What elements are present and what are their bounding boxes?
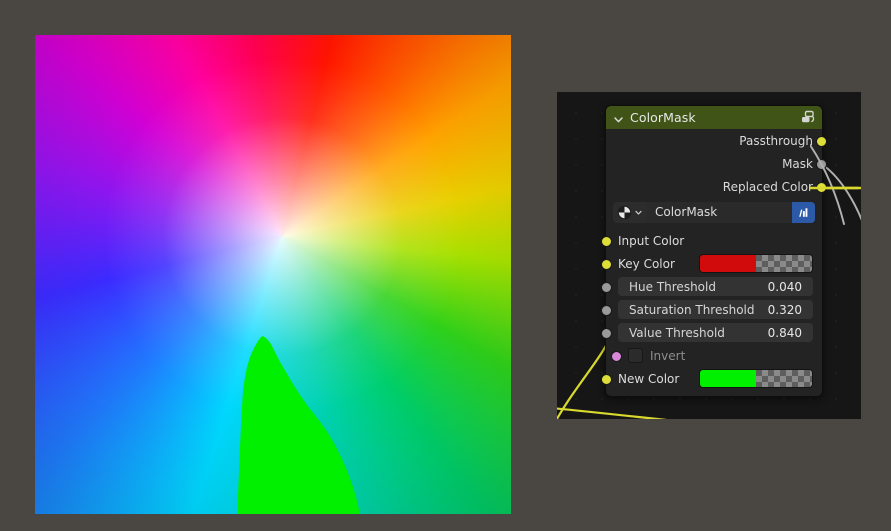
chevron-down-icon bbox=[635, 210, 642, 215]
new-color-alpha bbox=[756, 370, 812, 387]
input-saturation-threshold[interactable]: Saturation Threshold 0.320 bbox=[601, 298, 822, 321]
socket-new-color[interactable] bbox=[601, 374, 612, 385]
colormask-node[interactable]: ColorMask Passthrough Mask Replaced Colo… bbox=[601, 105, 827, 397]
node-header[interactable]: ColorMask bbox=[606, 106, 822, 129]
node-body: Passthrough Mask Replaced Color ColorMas… bbox=[601, 129, 827, 390]
field-value: 0.840 bbox=[767, 325, 802, 340]
node-title: ColorMask bbox=[630, 110, 696, 125]
output-label: Mask bbox=[782, 156, 813, 171]
input-value-threshold[interactable]: Value Threshold 0.840 bbox=[601, 321, 822, 344]
input-input-color[interactable]: Input Color bbox=[601, 229, 822, 252]
value-threshold-field[interactable]: Value Threshold 0.840 bbox=[618, 323, 813, 342]
socket-saturation-threshold[interactable] bbox=[601, 305, 612, 316]
node-graph-icon[interactable] bbox=[792, 202, 815, 223]
node-editor-panel[interactable]: ColorMask Passthrough Mask Replaced Colo… bbox=[557, 92, 861, 419]
key-color-solid bbox=[700, 255, 756, 272]
hue-threshold-field[interactable]: Hue Threshold 0.040 bbox=[618, 277, 813, 296]
socket-replaced-color[interactable] bbox=[816, 182, 827, 193]
input-label: New Color bbox=[618, 371, 680, 386]
duplicate-icon[interactable] bbox=[800, 110, 816, 125]
replaced-color-region bbox=[35, 35, 511, 514]
field-label: Saturation Threshold bbox=[629, 302, 755, 317]
input-label: Invert bbox=[650, 348, 686, 363]
input-label: Input Color bbox=[618, 233, 685, 248]
socket-hue-threshold[interactable] bbox=[601, 282, 612, 293]
key-color-alpha bbox=[756, 255, 812, 272]
socket-invert[interactable] bbox=[611, 351, 622, 362]
input-hue-threshold[interactable]: Hue Threshold 0.040 bbox=[601, 275, 822, 298]
output-replaced-color[interactable]: Replaced Color bbox=[606, 175, 827, 198]
image-preview[interactable] bbox=[35, 35, 511, 514]
output-mask[interactable]: Mask bbox=[606, 152, 827, 175]
new-color-solid bbox=[700, 370, 756, 387]
socket-mask[interactable] bbox=[816, 159, 827, 170]
chevron-down-icon[interactable] bbox=[612, 111, 625, 124]
datablock-name[interactable]: ColorMask bbox=[647, 202, 792, 223]
app-window: ColorMask Passthrough Mask Replaced Colo… bbox=[0, 0, 891, 531]
field-label: Hue Threshold bbox=[629, 279, 716, 294]
input-label: Key Color bbox=[618, 256, 675, 271]
new-color-swatch[interactable] bbox=[699, 369, 813, 388]
output-passthrough[interactable]: Passthrough bbox=[606, 129, 827, 152]
invert-checkbox[interactable] bbox=[628, 348, 643, 363]
input-invert[interactable]: Invert bbox=[606, 344, 822, 367]
socket-value-threshold[interactable] bbox=[601, 328, 612, 339]
input-new-color[interactable]: New Color bbox=[601, 367, 822, 390]
output-label: Replaced Color bbox=[722, 179, 813, 194]
input-key-color[interactable]: Key Color bbox=[601, 252, 822, 275]
output-label: Passthrough bbox=[739, 133, 813, 148]
material-sphere-icon[interactable] bbox=[613, 202, 647, 223]
socket-input-color[interactable] bbox=[601, 236, 612, 247]
key-color-swatch[interactable] bbox=[699, 254, 813, 273]
field-label: Value Threshold bbox=[629, 325, 725, 340]
socket-key-color[interactable] bbox=[601, 259, 612, 270]
field-value: 0.040 bbox=[767, 279, 802, 294]
saturation-threshold-field[interactable]: Saturation Threshold 0.320 bbox=[618, 300, 813, 319]
socket-passthrough[interactable] bbox=[816, 136, 827, 147]
datablock-selector[interactable]: ColorMask bbox=[613, 202, 815, 223]
field-value: 0.320 bbox=[767, 302, 802, 317]
